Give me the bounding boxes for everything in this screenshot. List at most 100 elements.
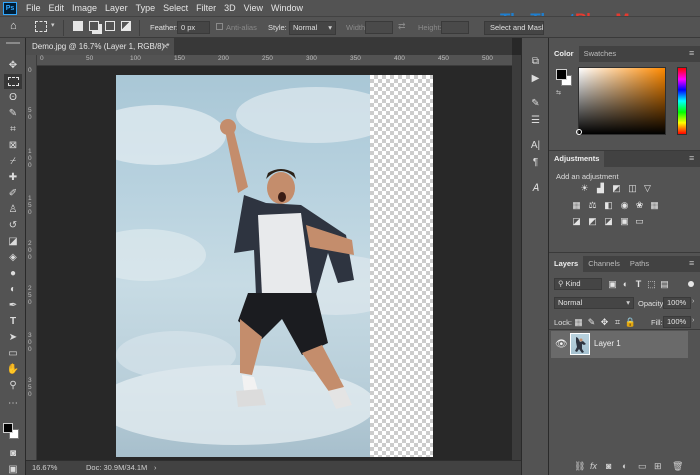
type-tool-icon[interactable]: T [4,314,22,329]
lock-transparent-icon[interactable]: ▦ [573,317,584,327]
transparent-area[interactable] [370,75,433,457]
close-icon[interactable]: ✕ [162,38,169,55]
levels-icon[interactable]: ▟ [595,183,606,193]
gradient-map-icon[interactable]: ▭ [634,216,645,226]
adjustment-layer-icon[interactable]: ◐ [622,461,627,471]
lasso-tool-icon[interactable]: ʘ [4,90,22,105]
intersect-selection-icon[interactable] [121,21,131,31]
filter-pixel-icon[interactable]: ▣ [607,279,618,289]
filter-type-icon[interactable]: T [633,279,644,289]
zoom-tool-icon[interactable]: ⚲ [4,378,22,393]
pen-tool-icon[interactable]: ✒ [4,298,22,313]
photo-filter-icon[interactable]: ◉ [619,200,630,210]
menu-3d[interactable]: 3D [220,0,240,16]
height-input[interactable] [441,21,469,34]
menu-file[interactable]: File [22,0,45,16]
frame-tool-icon[interactable]: ⊠ [4,138,22,153]
menu-view[interactable]: View [240,0,267,16]
color-saturation-field[interactable] [576,67,666,135]
quick-selection-tool-icon[interactable]: ✎ [4,106,22,121]
photo-layer[interactable] [116,75,370,457]
menu-window[interactable]: Window [267,0,307,16]
fill-input[interactable]: 100% [663,316,691,328]
toolbar-grip[interactable] [6,42,20,44]
select-and-mask-button[interactable]: Select and Mask... [484,21,544,35]
glyphs-panel-icon[interactable]: 𝐴 [528,181,543,196]
vibrance-icon[interactable]: ▽ [642,183,653,193]
add-to-selection-icon[interactable] [89,21,99,31]
trash-icon[interactable]: 🗑 [672,461,683,472]
add-mask-icon[interactable]: ◙ [606,461,611,471]
panel-menu-icon[interactable]: ≡ [689,48,694,58]
tab-layers[interactable]: Layers [549,256,584,272]
vertical-scrollbar[interactable] [512,55,521,460]
exposure-icon[interactable]: ◫ [627,183,638,193]
path-selection-tool-icon[interactable]: ➤ [4,330,22,345]
tab-channels[interactable]: Channels [583,256,625,272]
layer-name[interactable]: Layer 1 [594,339,621,348]
color-lookup-icon[interactable]: ▦ [649,200,660,210]
menu-edit[interactable]: Edit [45,0,69,16]
black-white-icon[interactable]: ◧ [603,200,614,210]
chevron-right-icon[interactable]: › [692,298,694,305]
filter-toggle-icon[interactable] [688,281,694,287]
antialias-checkbox[interactable] [216,23,223,30]
color-balance-icon[interactable]: ⚖ [587,200,598,210]
brushes-panel-icon[interactable]: ✎ [528,96,543,111]
quick-mask-icon[interactable]: ◙ [4,446,22,461]
channel-mixer-icon[interactable]: ❀ [634,200,645,210]
menu-layer[interactable]: Layer [101,0,132,16]
panel-menu-icon[interactable]: ≡ [689,153,694,163]
menu-image[interactable]: Image [68,0,101,16]
paragraph-panel-icon[interactable]: ¶ [528,155,543,170]
marquee-options-icon[interactable] [35,21,47,32]
tab-paths[interactable]: Paths [625,256,654,272]
posterize-icon[interactable]: ◩ [587,216,598,226]
color-picker-cursor[interactable] [576,129,582,135]
blend-mode-select[interactable]: Normal ▾ [554,297,634,309]
hand-tool-icon[interactable]: ✋ [4,362,22,377]
eyedropper-tool-icon[interactable]: ⌿ [4,154,22,169]
history-panel-icon[interactable]: ⧉ [528,54,543,69]
invert-icon[interactable]: ◪ [571,216,582,226]
new-selection-icon[interactable] [73,21,83,31]
eye-icon[interactable]: 👁 [555,339,568,350]
zoom-level[interactable]: 16.67% [32,461,57,475]
style-select[interactable]: Normal ▾ [289,21,336,35]
foreground-color-swatch[interactable] [3,423,13,433]
lock-position-icon[interactable]: ✥ [599,317,610,327]
marquee-tool-icon[interactable] [4,74,22,89]
healing-brush-tool-icon[interactable]: ✚ [4,170,22,185]
eraser-tool-icon[interactable]: ◪ [4,234,22,249]
clone-stamp-tool-icon[interactable]: ♙ [4,202,22,217]
brush-settings-icon[interactable]: ☰ [528,113,543,128]
rectangle-tool-icon[interactable]: ▭ [4,346,22,361]
hue-slider[interactable] [677,67,687,135]
paint-bucket-tool-icon[interactable]: ◈ [4,250,22,265]
menu-select[interactable]: Select [159,0,192,16]
crop-tool-icon[interactable]: ⌗ [4,122,22,137]
chevron-right-icon[interactable]: › [692,317,694,324]
layer-kind-filter[interactable]: ⚲ Kind [554,278,602,290]
hue-saturation-icon[interactable]: ▦ [571,200,582,210]
panel-menu-icon[interactable]: ≡ [689,258,694,268]
tab-color[interactable]: Color [549,46,579,62]
opacity-input[interactable]: 100% [663,297,691,309]
menu-type[interactable]: Type [132,0,160,16]
character-panel-icon[interactable]: A| [528,138,543,153]
new-group-icon[interactable]: ▭ [638,461,647,472]
lock-all-icon[interactable]: 🔒 [625,317,636,327]
threshold-icon[interactable]: ◪ [603,216,614,226]
brush-tool-icon[interactable]: ✐ [4,186,22,201]
chevron-right-icon[interactable]: › [154,461,157,475]
selective-color-icon[interactable]: ▣ [619,216,630,226]
screen-mode-icon[interactable]: ▣ [4,462,22,475]
dodge-tool-icon[interactable]: ◐ [4,282,22,297]
filter-smart-object-icon[interactable]: ▤ [659,279,670,289]
more-tools-icon[interactable]: ⋯ [4,396,22,411]
brightness-contrast-icon[interactable]: ☀ [579,183,590,193]
filter-adjustment-icon[interactable]: ◐ [620,279,631,289]
layer-thumbnail[interactable] [570,333,590,355]
chevron-down-icon[interactable]: ▾ [51,21,55,29]
filter-shape-icon[interactable]: ⬚ [646,279,657,289]
